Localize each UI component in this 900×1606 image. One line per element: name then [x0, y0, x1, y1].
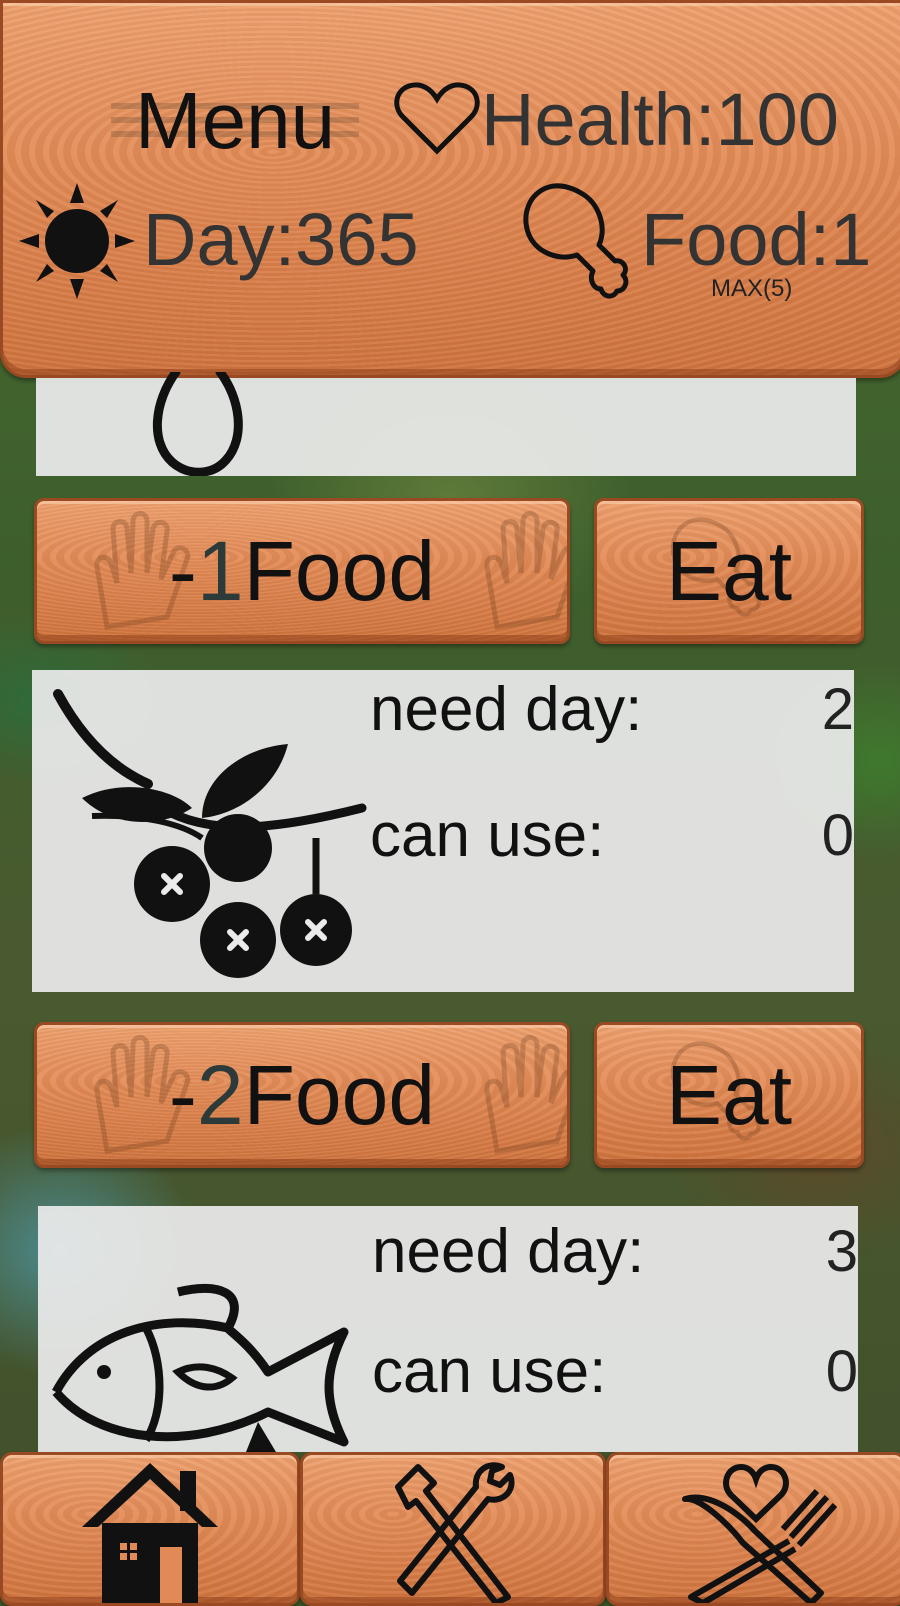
food-label: Food:1: [641, 198, 872, 281]
health-label: Health:100: [481, 78, 839, 161]
food-max-label: MAX(5): [711, 275, 793, 302]
heart-icon: [394, 82, 480, 155]
menu-button[interactable]: Menu: [107, 76, 363, 165]
gather-food-button-1-label: -1Food: [169, 523, 435, 620]
cost-number: 2: [196, 1047, 244, 1142]
recipe-card-rope: [36, 372, 856, 476]
need-day-value: 3: [825, 1219, 858, 1284]
can-use-value: 0: [825, 1339, 858, 1404]
menu-button-label: Menu: [134, 76, 336, 165]
gather-food-button-1[interactable]: -1Food: [34, 498, 570, 644]
day-label: Day:365: [143, 198, 419, 281]
nav-tools-button[interactable]: [300, 1452, 606, 1606]
recipe-card-fish: need day: 3 can use: 0: [38, 1206, 858, 1452]
need-day-label: need day:: [370, 675, 643, 744]
hand-icon: [484, 511, 567, 630]
nav-food-button[interactable]: [606, 1452, 900, 1606]
nav-home-button[interactable]: [0, 1452, 300, 1606]
cost-suffix: Food: [243, 523, 436, 618]
eat-button-1-label: Eat: [665, 523, 793, 618]
can-use-label: can use:: [370, 801, 605, 870]
can-use-label: can use:: [372, 1337, 607, 1406]
recipe-card-berries: need day: 2 can use: 0: [32, 670, 854, 992]
cost-prefix: -: [168, 1047, 197, 1142]
rope-icon: [152, 372, 243, 476]
berries-icon: [53, 689, 367, 978]
eat-button-2[interactable]: Eat: [594, 1022, 864, 1168]
need-day-label: need day:: [372, 1217, 645, 1286]
gather-food-button-2-label: -2Food: [169, 1047, 435, 1144]
hand-icon: [484, 1035, 567, 1154]
cost-prefix: -: [168, 523, 197, 618]
bottom-nav: [0, 1452, 900, 1606]
gather-food-button-2[interactable]: -2Food: [34, 1022, 570, 1168]
cost-number: 1: [196, 523, 244, 618]
status-hud: Menu Health:100 Day:365 Food:1 MAX(5): [0, 0, 900, 378]
food-heart-icon: [682, 1463, 838, 1603]
home-icon: [82, 1463, 218, 1603]
fish-icon: [52, 1283, 349, 1452]
sun-icon: [19, 183, 135, 299]
drumstick-icon: [523, 183, 629, 299]
need-day-value: 2: [821, 677, 854, 742]
cost-suffix: Food: [243, 1047, 436, 1142]
eat-button-1[interactable]: Eat: [594, 498, 864, 644]
can-use-value: 0: [821, 803, 854, 868]
tools-icon: [395, 1462, 515, 1603]
eat-button-2-label: Eat: [665, 1047, 793, 1142]
